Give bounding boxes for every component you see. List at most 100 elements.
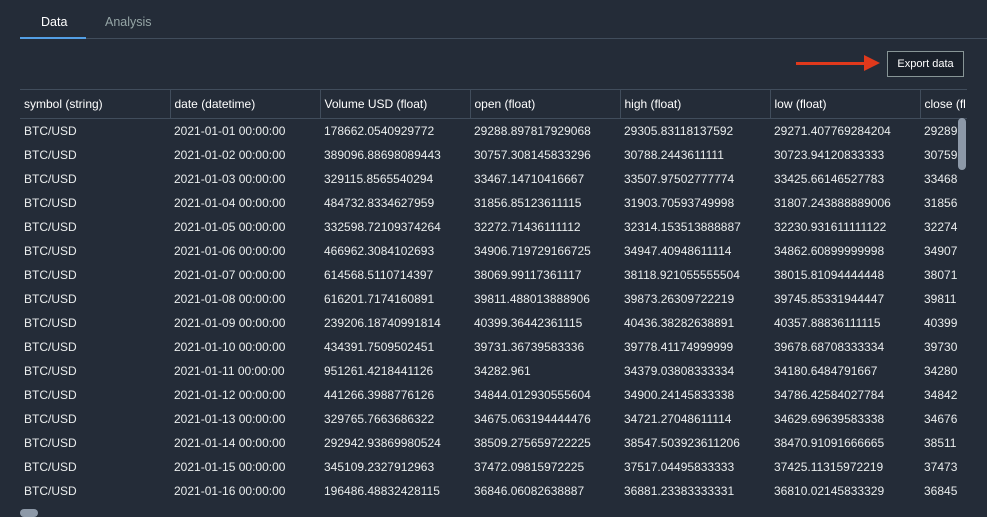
table-row[interactable]: BTC/USD 2021-01-08 00:00:00 616201.7174160… (20, 287, 967, 311)
table-cell: BTC/USD (24, 244, 77, 258)
table-cell: 38071 (924, 268, 958, 282)
table-cell: 2021-01-10 00:00:00 (174, 340, 286, 354)
table-cell: 389096.88698089443 (324, 148, 441, 162)
table-cell: 38470.91091666665 (774, 436, 885, 450)
table-row[interactable]: BTC/USD 2021-01-10 00:00:00 434391.7509502… (20, 335, 967, 359)
table-cell: 40399 (924, 316, 958, 330)
table-cell: 39731.36739583336 (474, 340, 585, 354)
table-cell: 37472.09815972225 (474, 460, 585, 474)
table-cell: BTC/USD (24, 436, 77, 450)
table-cell: 37425.11315972219 (774, 460, 884, 474)
export-data-button[interactable]: Export data (887, 51, 964, 77)
table-cell: BTC/USD (24, 364, 77, 378)
table-cell: BTC/USD (24, 148, 77, 162)
table-cell: 40436.38282638891 (624, 316, 735, 330)
horizontal-scrollbar[interactable] (20, 509, 38, 517)
table-cell: 2021-01-16 00:00:00 (174, 484, 286, 498)
table-cell: 329115.8565540294 (324, 172, 434, 186)
table-cell: 2021-01-07 00:00:00 (174, 268, 286, 282)
tab-analysis[interactable]: Analysis (105, 0, 152, 38)
table-cell: 484732.8334627959 (324, 196, 435, 210)
tab-analysis-label: Analysis (105, 15, 152, 29)
table-cell: 30723.94120833333 (774, 148, 885, 162)
table-cell: 38547.503923611206 (624, 436, 740, 450)
table-row[interactable]: BTC/USD 2021-01-03 00:00:00 329115.8565540… (20, 167, 967, 191)
tab-data[interactable]: Data (41, 0, 67, 38)
table-cell: 39678.68708333334 (774, 340, 885, 354)
table-cell: 34676 (924, 412, 958, 426)
table-cell: 33425.66146527783 (774, 172, 885, 186)
table-cell: 2021-01-06 00:00:00 (174, 244, 286, 258)
table-cell: 34180.6484791667 (774, 364, 878, 378)
table-cell: BTC/USD (24, 172, 77, 186)
table-cell: 2021-01-01 00:00:00 (174, 124, 286, 138)
table-cell: BTC/USD (24, 484, 77, 498)
column-header[interactable]: open (float) (470, 89, 621, 119)
table-cell: 2021-01-04 00:00:00 (174, 196, 286, 210)
table-row[interactable]: BTC/USD 2021-01-13 00:00:00 329765.7663686… (20, 407, 967, 431)
table-cell: 32314.153513888887 (624, 220, 741, 234)
table-cell: 34844.012930555604 (474, 388, 591, 402)
table-cell: BTC/USD (24, 340, 77, 354)
table-cell: BTC/USD (24, 388, 77, 402)
table-row[interactable]: BTC/USD 2021-01-05 00:00:00 332598.7210937… (20, 215, 967, 239)
table-cell: 36810.02145833329 (774, 484, 885, 498)
table-cell: 37473 (924, 460, 958, 474)
table-cell: 34280 (924, 364, 958, 378)
table-cell: 32230.931611111122 (774, 220, 887, 234)
table-row[interactable]: BTC/USD 2021-01-04 00:00:00 484732.8334627… (20, 191, 967, 215)
table-cell: 2021-01-03 00:00:00 (174, 172, 286, 186)
table-cell: 39811 (924, 292, 957, 306)
column-header[interactable]: high (float) (620, 89, 771, 119)
data-table-container[interactable]: symbol (string) date (datetime) Volume USD… (20, 89, 967, 505)
column-header[interactable]: Volume USD (float) (320, 89, 471, 119)
table-cell: 345109.2327912963 (324, 460, 435, 474)
table-row[interactable]: BTC/USD 2021-01-02 00:00:00 389096.8869808… (20, 143, 967, 167)
table-cell: 36881.23383333331 (624, 484, 735, 498)
table-cell: 34862.60899999998 (774, 244, 885, 258)
table-cell: BTC/USD (24, 124, 77, 138)
table-cell: 34900.24145833338 (624, 388, 735, 402)
table-row[interactable]: BTC/USD 2021-01-14 00:00:00 292942.9386998… (20, 431, 967, 455)
table-cell: 40357.88836111115 (774, 316, 881, 330)
vertical-scrollbar[interactable] (958, 118, 966, 170)
table-cell: 38509.275659722225 (474, 436, 591, 450)
table-row[interactable]: BTC/USD 2021-01-06 00:00:00 466962.3084102… (20, 239, 967, 263)
table-cell: 292942.93869980524 (324, 436, 441, 450)
tab-data-label: Data (41, 15, 68, 29)
table-cell: 34675.063194444476 (474, 412, 591, 426)
table-cell: 39745.85331944447 (774, 292, 885, 306)
table-cell: BTC/USD (24, 268, 77, 282)
table-row[interactable]: BTC/USD 2021-01-09 00:00:00 239206.1874099… (20, 311, 967, 335)
table-cell: 39811.488013888906 (474, 292, 590, 306)
table-cell: 34842 (924, 388, 958, 402)
table-cell: 239206.18740991814 (324, 316, 441, 330)
table-row[interactable]: BTC/USD 2021-01-16 00:00:00 196486.4883242… (20, 479, 967, 503)
table-cell: 34907 (924, 244, 958, 258)
table-cell: 31903.70593749998 (624, 196, 735, 210)
table-body: BTC/USD 2021-01-01 00:00:00 178662.0540929… (20, 119, 967, 504)
table-cell: 33467.14710416667 (474, 172, 585, 186)
table-cell: 29305.83118137592 (624, 124, 734, 138)
table-cell: 37517.04495833333 (624, 460, 735, 474)
table-cell: BTC/USD (24, 292, 77, 306)
table-row[interactable]: BTC/USD 2021-01-11 00:00:00 951261.4218441… (20, 359, 967, 383)
annotation-arrow-line (796, 62, 866, 65)
table-row[interactable]: BTC/USD 2021-01-15 00:00:00 345109.2327912… (20, 455, 967, 479)
table-row[interactable]: BTC/USD 2021-01-01 00:00:00 178662.0540929… (20, 119, 967, 144)
table-cell: 329765.7663686322 (324, 412, 435, 426)
table-cell: 38511 (924, 436, 957, 450)
column-header[interactable]: symbol (string) (20, 89, 171, 119)
table-cell: 2021-01-08 00:00:00 (174, 292, 286, 306)
table-row[interactable]: BTC/USD 2021-01-07 00:00:00 614568.5110714… (20, 263, 967, 287)
column-header[interactable]: date (datetime) (170, 89, 321, 119)
column-header[interactable]: close (fl (920, 89, 967, 119)
column-header[interactable]: low (float) (770, 89, 921, 119)
table-cell: BTC/USD (24, 412, 77, 426)
table-row[interactable]: BTC/USD 2021-01-12 00:00:00 441266.3988776… (20, 383, 967, 407)
table-cell: 38015.81094444448 (774, 268, 885, 282)
table-cell: 31856.85123611115 (474, 196, 582, 210)
table-cell: 614568.5110714397 (324, 268, 434, 282)
table-cell: 38118.921055555504 (624, 268, 740, 282)
table-cell: 33507.97502777774 (624, 172, 735, 186)
